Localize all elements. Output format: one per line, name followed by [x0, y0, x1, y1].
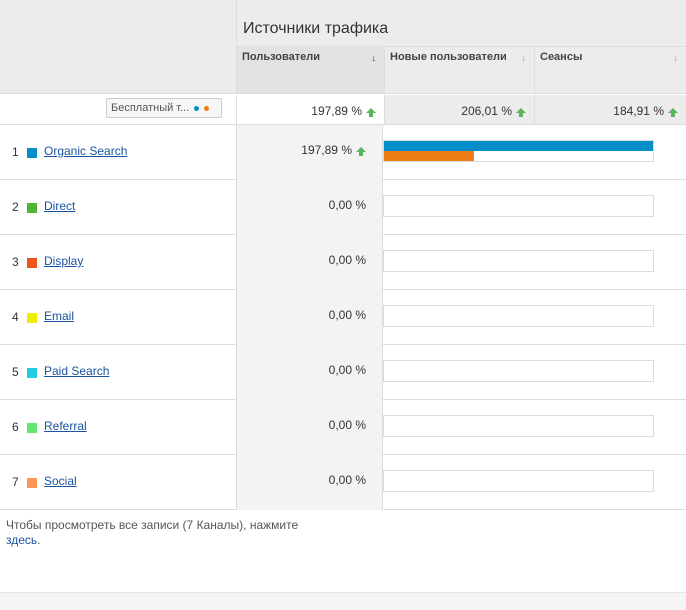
comparison-bar	[383, 140, 654, 162]
channel-color-swatch	[27, 203, 37, 213]
bar-previous-period	[384, 151, 474, 161]
row-index: 2	[12, 200, 19, 214]
channel-link[interactable]: Paid Search	[44, 364, 109, 378]
column-header-label: Новые пользователи	[390, 51, 507, 63]
users-change-value: 0,00 %	[328, 418, 366, 432]
users-change-cell: 0,00 %	[236, 400, 383, 455]
sort-arrow-icon: ↓	[673, 53, 679, 63]
comparison-bar	[383, 195, 654, 217]
comparison-bar	[383, 415, 654, 437]
comparison-bar	[383, 360, 654, 382]
channel-link[interactable]: Email	[44, 309, 74, 323]
row-index: 6	[12, 420, 19, 434]
users-change-value: 197,89 %	[301, 143, 352, 157]
channel-link[interactable]: Direct	[44, 199, 75, 213]
users-change-value: 0,00 %	[328, 198, 366, 212]
table-row: 4 Email 0,00 %	[0, 290, 686, 345]
row-index: 7	[12, 475, 19, 489]
footer-note: Чтобы просмотреть все записи (7 Каналы),…	[6, 518, 306, 548]
up-arrow-icon	[516, 108, 526, 117]
users-change-value: 0,00 %	[328, 473, 366, 487]
users-change-value: 0,00 %	[328, 308, 366, 322]
channel-link[interactable]: Display	[44, 254, 83, 268]
channel-color-swatch	[27, 478, 37, 488]
column-header-new-users[interactable]: Новые пользователи ↓	[384, 46, 534, 94]
users-change-cell: 0,00 %	[236, 180, 383, 235]
total-new-users: 206,01 %	[384, 95, 534, 124]
up-arrow-icon	[366, 108, 376, 117]
table-row: 2 Direct 0,00 %	[0, 180, 686, 235]
column-header-label: Сеансы	[540, 51, 583, 63]
users-change-cell: 0,00 %	[236, 235, 383, 290]
users-change-cell: 0,00 %	[236, 345, 383, 400]
comparison-bar	[383, 305, 654, 327]
users-change-cell: 0,00 %	[236, 290, 383, 345]
view-all-link[interactable]: здесь	[6, 533, 37, 547]
users-change-value: 0,00 %	[328, 363, 366, 377]
segment-color-dot	[204, 105, 210, 111]
total-users: 197,89 %	[236, 95, 384, 124]
users-change-cell: 197,89 %	[236, 125, 383, 180]
column-header-sessions[interactable]: Сеансы ↓	[534, 46, 686, 94]
sort-arrow-icon: ↓	[521, 53, 527, 63]
channel-link[interactable]: Referral	[44, 419, 87, 433]
table-row: 3 Display 0,00 %	[0, 235, 686, 290]
footer-period: .	[37, 533, 41, 547]
column-header-label: Пользователи	[242, 51, 321, 63]
footer-text: Чтобы просмотреть все записи (7 Каналы),…	[6, 518, 299, 532]
total-sessions: 184,91 %	[534, 95, 686, 124]
segment-color-dot	[194, 105, 200, 111]
table-header-blank	[0, 0, 236, 94]
sort-arrow-icon: ↓	[371, 53, 377, 63]
channel-color-swatch	[27, 148, 37, 158]
users-change-value: 0,00 %	[328, 253, 366, 267]
row-index: 4	[12, 310, 19, 324]
total-sessions-value: 184,91 %	[613, 104, 664, 118]
channel-color-swatch	[27, 313, 37, 323]
table-row: 6 Referral 0,00 %	[0, 400, 686, 455]
total-users-value: 197,89 %	[311, 104, 362, 118]
column-header-users[interactable]: Пользователи ↓	[236, 46, 384, 94]
segment-label: Бесплатный т...	[111, 102, 190, 114]
bottom-band	[0, 592, 686, 610]
channel-color-swatch	[27, 423, 37, 433]
channel-color-swatch	[27, 368, 37, 378]
comparison-bar	[383, 250, 654, 272]
total-new-users-value: 206,01 %	[461, 104, 512, 118]
channel-color-swatch	[27, 258, 37, 268]
column-group-title: Источники трафика	[236, 0, 686, 46]
channel-link[interactable]: Social	[44, 474, 77, 488]
row-index: 3	[12, 255, 19, 269]
channel-link[interactable]: Organic Search	[44, 144, 127, 158]
segment-chip[interactable]: Бесплатный т...	[106, 98, 222, 118]
up-arrow-icon	[668, 108, 678, 117]
row-index: 1	[12, 145, 19, 159]
table-row: 7 Social 0,00 %	[0, 455, 686, 510]
comparison-bar	[383, 470, 654, 492]
table-row: 5 Paid Search 0,00 %	[0, 345, 686, 400]
users-change-cell: 0,00 %	[236, 455, 383, 510]
row-index: 5	[12, 365, 19, 379]
bar-current-period	[384, 141, 653, 151]
table-row: 1 Organic Search 197,89 %	[0, 125, 686, 180]
up-arrow-icon	[356, 147, 366, 156]
